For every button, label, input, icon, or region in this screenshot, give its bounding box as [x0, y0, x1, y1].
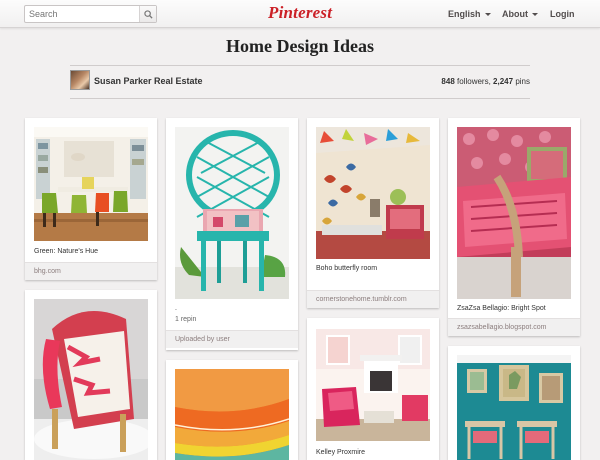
divider — [70, 98, 530, 99]
pin-card[interactable]: Kelley Proxmire — [307, 318, 439, 460]
pin-image[interactable] — [316, 127, 430, 259]
pin-image[interactable] — [175, 369, 289, 460]
pin-description: Boho butterfly room — [316, 265, 378, 272]
pin-description: ZsaZsa Bellagio: Bright Spot — [457, 305, 546, 312]
pin-card[interactable]: ZsaZsa Bellagio: Bright Spot zsazsabella… — [448, 118, 580, 336]
search-input[interactable] — [25, 6, 139, 22]
pinterest-logo[interactable]: Pinterest — [268, 3, 332, 23]
about-menu[interactable]: About — [502, 9, 538, 19]
repin-count[interactable]: 1 repin — [175, 316, 196, 323]
followers-count: 848 — [441, 77, 455, 86]
language-label: English — [448, 9, 481, 19]
pin-card[interactable] — [166, 360, 298, 460]
pin-source[interactable]: zsazsabellagio.blogspot.com — [448, 318, 580, 336]
pin-card[interactable]: . 1 repin Uploaded by user — [166, 118, 298, 350]
board-title: Home Design Ideas — [226, 36, 374, 56]
login-link[interactable]: Login — [550, 9, 575, 19]
search-icon — [143, 9, 153, 19]
pins-label: pins — [515, 77, 530, 86]
pin-card[interactable]: Boho butterfly room cornerstonehome.tumb… — [307, 118, 439, 308]
chevron-down-icon — [484, 12, 491, 16]
chevron-down-icon — [532, 12, 538, 16]
pin-source[interactable]: cornerstonehome.tumblr.com — [307, 290, 439, 308]
avatar[interactable] — [70, 70, 90, 90]
divider — [70, 65, 530, 66]
board-owner-row: Susan Parker Real Estate 848 followers, … — [70, 70, 530, 92]
about-label: About — [502, 9, 528, 19]
pin-description: Kelley Proxmire — [316, 449, 366, 456]
owner-name-link[interactable]: Susan Parker Real Estate — [94, 76, 203, 86]
search-button[interactable] — [139, 6, 156, 22]
pin-card[interactable]: Green: Nature's Hue bhg.com — [25, 118, 157, 280]
followers-label: followers, — [457, 77, 491, 86]
pin-image[interactable] — [457, 127, 571, 299]
pins-count: 2,247 — [493, 77, 514, 86]
login-label: Login — [550, 9, 575, 19]
pin-description: . — [175, 305, 177, 312]
pin-source[interactable]: Uploaded by user — [166, 330, 298, 348]
pin-description: Green: Nature's Hue — [34, 248, 98, 255]
pin-image[interactable] — [34, 127, 148, 241]
search-box — [24, 5, 157, 23]
pin-image[interactable] — [316, 329, 430, 441]
pin-image[interactable] — [175, 127, 289, 299]
top-bar: Pinterest English About Login — [0, 0, 600, 28]
pin-image[interactable] — [457, 355, 571, 460]
pin-image[interactable] — [34, 299, 148, 460]
pin-source[interactable]: bhg.com — [25, 262, 157, 280]
pin-card[interactable] — [25, 290, 157, 460]
board-stats: 848 followers, 2,247 pins — [441, 77, 530, 86]
language-menu[interactable]: English — [448, 9, 491, 19]
pin-card[interactable] — [448, 346, 580, 460]
